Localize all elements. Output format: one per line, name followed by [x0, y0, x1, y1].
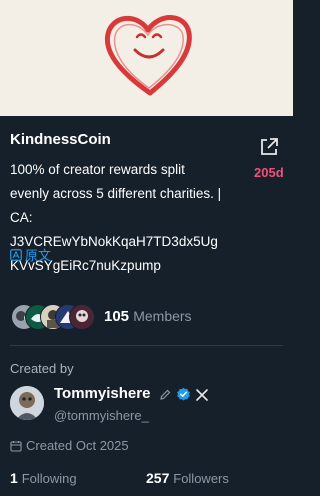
community-card: KindnessCoin 205d 100% of creator reward…	[0, 0, 293, 496]
creator-avatar-image	[10, 386, 44, 420]
edit-pencil-icon[interactable]	[158, 388, 172, 402]
member-count-label: Members	[133, 308, 192, 324]
member-avatars[interactable]	[11, 304, 97, 330]
divider	[10, 345, 283, 346]
member-count-value: 105	[104, 308, 130, 325]
x-logo-icon[interactable]	[195, 388, 209, 402]
description-line: evenly across 5 different charities. |	[10, 186, 222, 201]
member-avatar	[69, 304, 95, 330]
banner-image[interactable]	[0, 0, 293, 116]
heart-smiley-drawing-icon	[104, 15, 192, 96]
translate-label: 原文	[25, 248, 52, 263]
followers-count: 257	[146, 470, 170, 486]
created-date-text: Created Oct 2025	[26, 438, 129, 453]
creator-avatar[interactable]	[10, 386, 44, 420]
share-button[interactable]	[258, 136, 280, 158]
share-icon	[261, 138, 278, 155]
translate-icon	[10, 248, 22, 261]
following-link[interactable]: 1 Following	[10, 470, 77, 486]
verified-badge-icon	[177, 387, 190, 401]
translate-link[interactable]: 原文	[10, 245, 51, 264]
created-by-heading: Created by	[10, 361, 74, 376]
description-line: 100% of creator rewards split	[10, 162, 185, 177]
creator-name[interactable]: Tommyishere	[54, 385, 150, 402]
description-line: CA:	[10, 210, 33, 225]
followers-label: Followers	[173, 471, 229, 486]
member-count[interactable]: 105 Members	[104, 308, 192, 325]
calendar-icon	[10, 440, 22, 452]
creator-handle[interactable]: @tommyishere_	[54, 408, 149, 423]
following-count: 1	[10, 470, 18, 486]
creator-badges	[158, 387, 209, 402]
followers-link[interactable]: 257 Followers	[146, 470, 229, 486]
community-name: KindnessCoin	[10, 131, 111, 148]
following-label: Following	[21, 471, 77, 486]
created-date: Created Oct 2025	[10, 438, 129, 453]
age-badge: 205d	[254, 165, 284, 180]
